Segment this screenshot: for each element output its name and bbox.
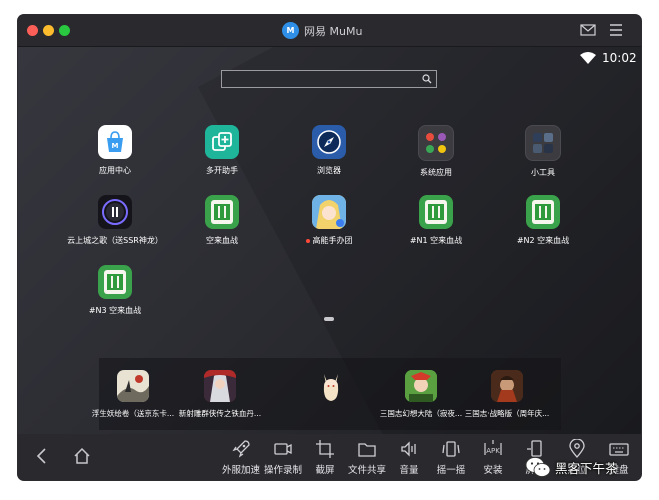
update-badge [305,238,310,243]
crop-icon [316,440,334,458]
menu-icon[interactable] [609,23,623,37]
compass-icon [312,125,346,159]
minimize-window-button[interactable] [43,25,54,36]
wifi-icon [580,52,596,64]
app-mahjong-n2[interactable]: #N2 空来血战 [498,195,588,246]
app-mahjong-n3[interactable]: #N3 空来血战 [70,265,160,316]
app-label: 高能手办团 [305,235,353,246]
wuxia-hero-icon [204,370,236,402]
app-label: #N1 空来血战 [409,236,463,245]
app-multi-open[interactable]: 多开助手 [177,125,267,176]
shake-icon [442,441,460,457]
tool-accelerate[interactable]: 外服加速 [220,439,262,476]
anime-fox-girl-icon [315,370,347,402]
multi-open-icon [205,125,239,159]
app-figure-team[interactable]: 高能手办团 [284,195,374,246]
app-label: 应用中心 [99,166,131,175]
mahjong-icon [526,195,560,229]
folder-share-icon [358,443,376,457]
dock-app-label: 新射雕群侠传之铁血丹... [178,409,262,418]
app-label: 多开助手 [206,166,238,175]
mumu-window: M 网易 MuMu 10:02 M 应用中心 多开助手 浏览器 系统应用 小工具… [18,15,641,480]
home-icon[interactable] [72,446,92,466]
dock-app-sanguo-fantasy[interactable]: 三国志幻想大陆（寂夜... [371,370,471,419]
dock: 浮生妖绘卷（送京东卡... 新射雕群侠传之铁血丹... 三国志幻想大陆（寂夜..… [92,358,561,430]
search-input[interactable] [221,70,437,88]
tool-file-share[interactable]: 文件共享 [346,439,388,476]
record-icon [274,443,292,455]
apk-text: APK [486,447,500,455]
tool-volume[interactable]: 音量 [388,439,430,476]
tool-label: 音量 [399,465,419,476]
dock-app-label: 三国志·战略版（周年庆... [464,409,550,418]
tools-folder-icon [525,125,561,161]
app-label: 空来血战 [206,236,238,245]
mumu-logo-icon: M [282,22,299,39]
wechat-logo-icon [525,457,551,477]
app-browser[interactable]: 浏览器 [284,125,374,176]
volume-icon [401,441,416,457]
tool-label: 操作录制 [263,465,302,476]
app-mahjong[interactable]: 空来血战 [177,195,267,246]
tool-label: 摇一摇 [436,465,466,476]
app-label: #N2 空来血战 [516,236,570,245]
maximize-window-button[interactable] [59,25,70,36]
app-label: 系统应用 [420,168,452,177]
watermark-text: 黑客下午茶 [555,460,618,476]
app-app-center[interactable]: M 应用中心 [70,125,160,176]
tool-label: 外服加速 [221,465,260,476]
title-bar: M 网易 MuMu [18,15,641,47]
tool-label: 安装 [483,465,503,476]
dock-app-fushengyao[interactable]: 浮生妖绘卷（送京东卡... [83,370,183,419]
wechat-watermark: 黑客下午茶 [524,456,618,478]
tool-install[interactable]: APK 安装 [472,439,514,476]
dock-app-shediao[interactable]: 新射雕群侠传之铁血丹... [170,370,270,419]
app-system-apps[interactable]: 系统应用 [391,125,481,178]
dock-app-label: 三国志幻想大陆（寂夜... [379,409,463,418]
mahjong-icon [419,195,453,229]
tool-shake[interactable]: 摇一摇 [430,439,472,476]
android-home-screen: 10:02 M 应用中心 多开助手 浏览器 系统应用 小工具 云上城之歌（送SS… [18,47,641,434]
game-cloud-city-icon [98,195,132,229]
app-label: 浏览器 [317,166,341,175]
back-icon[interactable] [32,446,52,466]
app-label: #N3 空来血战 [88,306,142,315]
dock-app-fox-girl[interactable] [281,370,381,408]
app-cloud-city[interactable]: 云上城之歌（送SSR神龙） [67,195,163,246]
mahjong-icon [205,195,239,229]
window-title: 网易 MuMu [304,25,363,38]
svg-text:M: M [112,142,119,150]
tool-label: 文件共享 [347,465,386,476]
folder-icon [418,125,454,161]
search-icon[interactable] [422,74,432,84]
dock-app-label: 浮生妖绘卷（送京东卡... [91,409,175,418]
app-label: 云上城之歌（送SSR神龙） [67,236,163,245]
tool-record[interactable]: 操作录制 [262,439,304,476]
status-time: 10:02 [602,51,637,65]
close-window-button[interactable] [27,25,38,36]
app-tools[interactable]: 小工具 [498,125,588,178]
anime-girl-icon [312,195,346,229]
app-mahjong-n1[interactable]: #N1 空来血战 [391,195,481,246]
app-center-icon: M [98,125,132,159]
tool-label: 截屏 [315,465,335,476]
ink-painting-icon [117,370,149,402]
app-label: 小工具 [531,168,555,177]
three-kingdoms-fantasy-icon [405,370,437,402]
mahjong-icon [98,265,132,299]
apk-install-icon: APK [484,440,502,455]
tool-screenshot[interactable]: 截屏 [304,439,346,476]
dock-app-sanguo-strategy[interactable]: 三国志·战略版（周年庆... [457,370,557,419]
mail-icon[interactable] [580,23,596,37]
page-indicator[interactable] [324,317,334,321]
rocket-icon [232,440,250,458]
three-kingdoms-strategy-icon [491,370,523,402]
